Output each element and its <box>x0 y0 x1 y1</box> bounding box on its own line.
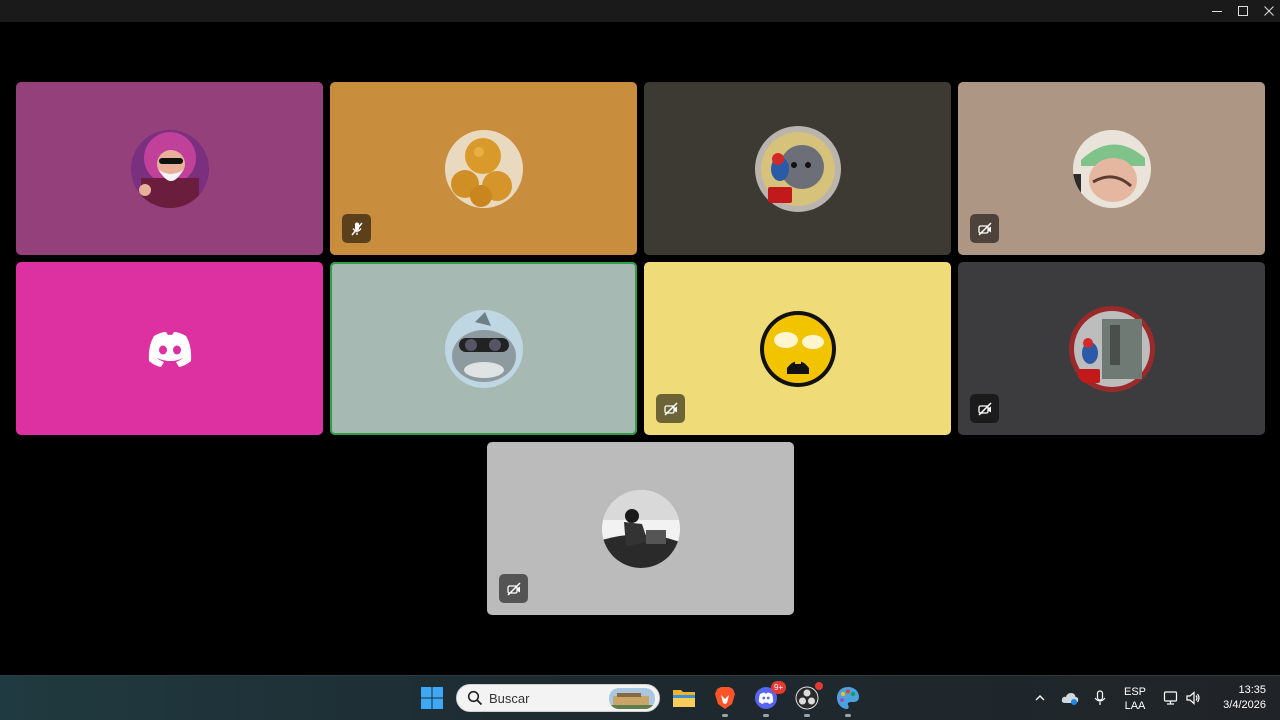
brave-browser-icon <box>715 687 735 709</box>
search-icon <box>467 690 483 706</box>
camera-off-icon <box>977 221 992 236</box>
camera-off-badge <box>499 574 528 603</box>
file-explorer-icon <box>673 690 695 707</box>
participant-avatar <box>601 489 680 568</box>
language-code: ESP <box>1123 686 1146 698</box>
close-icon <box>1264 6 1274 16</box>
discord-logo-icon <box>145 329 195 369</box>
obs-studio-icon <box>795 686 819 710</box>
show-hidden-icons-button[interactable] <box>1026 684 1054 712</box>
keyboard-layout-code: LAA <box>1124 700 1146 712</box>
windows-taskbar: Buscar 9+ ESP LAA 13:35 3/4/2026 <box>0 675 1280 720</box>
participant-tile[interactable] <box>644 82 951 255</box>
participant-avatar <box>1068 305 1156 393</box>
camera-off-icon <box>663 401 678 416</box>
minimize-icon <box>1212 11 1222 12</box>
taskbar-file-explorer[interactable] <box>670 684 698 712</box>
camera-off-badge <box>970 394 999 423</box>
taskbar-discord[interactable]: 9+ <box>752 681 786 717</box>
participant-tile[interactable] <box>16 82 323 255</box>
mic-muted-icon <box>350 222 363 235</box>
running-indicator <box>763 714 769 717</box>
camera-off-badge <box>970 214 999 243</box>
tray-volume[interactable] <box>1180 684 1206 712</box>
tray-onedrive[interactable] <box>1056 684 1084 712</box>
clock-time: 13:35 <box>1238 684 1266 696</box>
participant-tile[interactable] <box>644 262 951 435</box>
participant-tile[interactable] <box>958 262 1265 435</box>
participant-tile[interactable] <box>330 82 637 255</box>
participant-avatar <box>759 310 837 388</box>
minimize-button[interactable] <box>1206 2 1228 20</box>
tray-microphone[interactable] <box>1086 684 1114 712</box>
windows-start-icon <box>421 687 443 709</box>
camera-off-badge <box>656 394 685 423</box>
window-title-bar <box>0 0 1280 22</box>
recording-dot <box>815 682 823 690</box>
call-participants-grid <box>0 22 1280 675</box>
participant-avatar <box>444 309 523 388</box>
volume-icon <box>1186 691 1200 705</box>
microphone-icon <box>1094 690 1106 705</box>
running-indicator <box>845 714 851 717</box>
taskbar-search-box[interactable]: Buscar <box>456 684 660 712</box>
participant-avatar <box>1072 129 1151 208</box>
participant-tile[interactable] <box>487 442 794 615</box>
mic-muted-badge <box>342 214 371 243</box>
participant-tile-speaking[interactable] <box>330 262 637 435</box>
taskbar-brave-browser[interactable] <box>711 684 739 717</box>
maximize-icon <box>1238 6 1248 16</box>
chevron-up-icon <box>1035 695 1045 701</box>
clock-date: 3/4/2026 <box>1223 699 1266 711</box>
taskbar-obs-studio[interactable] <box>793 682 823 717</box>
close-button[interactable] <box>1258 2 1280 20</box>
participant-avatar <box>130 129 209 208</box>
camera-off-icon <box>506 581 521 596</box>
running-indicator <box>804 714 810 717</box>
maximize-button[interactable] <box>1232 2 1254 20</box>
onedrive-icon <box>1061 693 1079 705</box>
running-indicator <box>722 714 728 717</box>
system-clock[interactable]: 13:35 3/4/2026 <box>1223 683 1266 713</box>
search-highlight-image <box>609 688 655 709</box>
taskbar-paint[interactable] <box>834 684 862 717</box>
camera-off-icon <box>977 401 992 416</box>
participant-avatar <box>444 129 523 208</box>
participant-tile[interactable] <box>958 82 1265 255</box>
start-button[interactable] <box>418 684 446 712</box>
network-icon <box>1163 691 1178 705</box>
discord-notification-badge: 9+ <box>771 681 786 694</box>
participant-tile[interactable] <box>16 262 323 435</box>
participant-avatar <box>754 125 842 213</box>
paint-icon <box>837 687 859 709</box>
input-language-indicator[interactable]: ESP LAA <box>1118 685 1152 713</box>
search-placeholder: Buscar <box>489 690 530 706</box>
